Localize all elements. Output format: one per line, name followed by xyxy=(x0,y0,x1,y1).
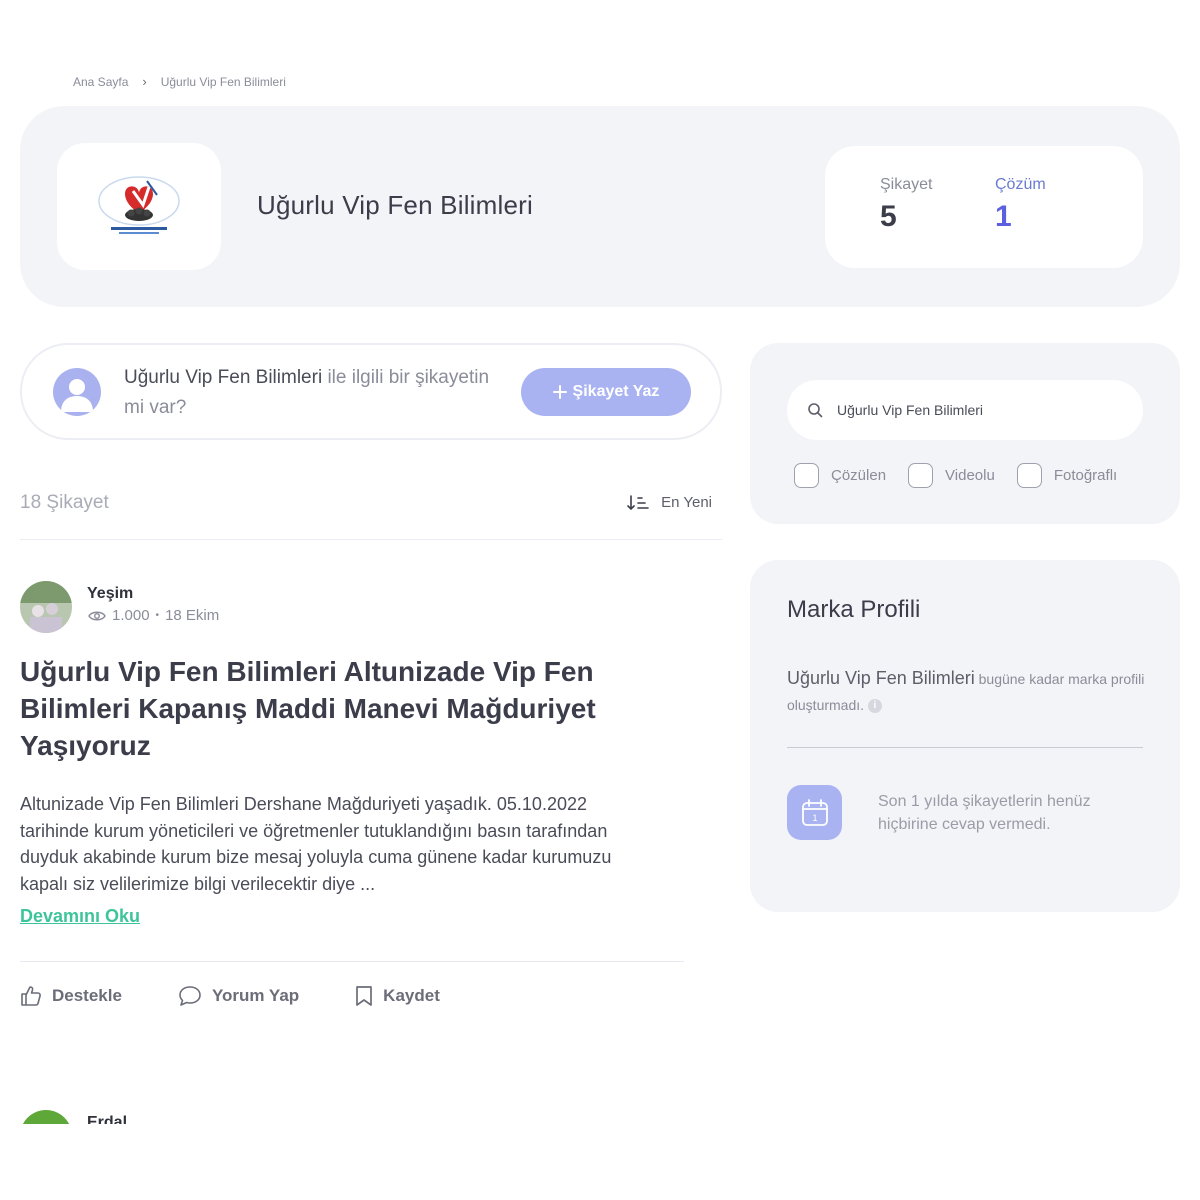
write-complaint-prompt: Uğurlu Vip Fen Bilimleri ile ilgili bir … xyxy=(124,363,514,423)
profile-brand-name: Uğurlu Vip Fen Bilimleri xyxy=(787,668,975,688)
post-excerpt: Altunizade Vip Fen Bilimleri Dershane Ma… xyxy=(20,794,612,894)
filter-solved-label: Çözülen xyxy=(831,467,887,484)
avatar[interactable] xyxy=(20,581,72,633)
info-icon[interactable]: i xyxy=(867,699,882,714)
user-icon xyxy=(53,368,101,416)
calendar-icon: 1 xyxy=(787,785,842,840)
comment-button[interactable]: Yorum Yap xyxy=(178,985,299,1007)
view-count: 1.000 xyxy=(112,607,150,624)
filter-photo-label: Fotoğraflı xyxy=(1053,467,1118,484)
sort-label: En Yeni xyxy=(661,494,712,511)
checkbox[interactable] xyxy=(794,463,819,488)
write-complaint-label: Şikayet Yaz xyxy=(572,383,660,400)
filter-photo[interactable]: Fotoğraflı xyxy=(1016,463,1118,488)
divider xyxy=(787,747,1143,748)
filter-panel: Çözülen Videolu Fotoğraflı xyxy=(750,343,1180,524)
ask-brand-name: Uğurlu Vip Fen Bilimleri xyxy=(124,367,323,388)
breadcrumb: Ana Sayfa › Uğurlu Vip Fen Bilimleri xyxy=(73,74,286,89)
plus-icon xyxy=(552,385,567,399)
complaint-stat-value: 5 xyxy=(880,200,897,233)
comment-label: Yorum Yap xyxy=(211,986,300,1005)
brand-profile-panel: Marka Profili Uğurlu Vip Fen Bilimleri b… xyxy=(750,560,1180,912)
checkbox[interactable] xyxy=(1016,463,1042,488)
brand-profile-title: Marka Profili xyxy=(787,596,921,623)
filter-video-label: Videolu xyxy=(945,467,995,484)
brand-header: Uğurlu Vip Fen Bilimleri Şikayet 5 Çözüm… xyxy=(20,106,1180,307)
like-icon xyxy=(21,986,41,1006)
post-actions: Destekle Yorum Yap Kaydet xyxy=(20,985,496,1007)
checkbox[interactable] xyxy=(908,463,934,488)
brand-stats: Şikayet 5 Çözüm 1 xyxy=(825,146,1143,268)
solution-stat-label: Çözüm xyxy=(995,176,1046,193)
save-label: Kaydet xyxy=(383,986,440,1005)
post-title[interactable]: Uğurlu Vip Fen Bilimleri Altunizade Vip … xyxy=(20,653,640,764)
read-more-link[interactable]: Devamını Oku xyxy=(20,906,140,927)
complaint-count-number: 18 xyxy=(20,492,42,513)
sort-icon xyxy=(627,494,649,510)
filter-solved[interactable]: Çözülen xyxy=(794,463,886,488)
meta-separator: • xyxy=(155,610,160,621)
search-icon xyxy=(808,403,823,418)
post-date: 18 Ekim xyxy=(165,607,220,624)
support-button[interactable]: Destekle xyxy=(20,985,122,1007)
search-input[interactable] xyxy=(837,402,1117,418)
search-field[interactable] xyxy=(787,380,1143,440)
post-meta: 1.000 • 18 Ekim xyxy=(88,607,219,624)
breadcrumb-current[interactable]: Uğurlu Vip Fen Bilimleri xyxy=(161,75,286,89)
breadcrumb-home[interactable]: Ana Sayfa xyxy=(73,75,128,89)
complaint-stat[interactable]: Şikayet 5 xyxy=(880,176,932,234)
save-button[interactable]: Kaydet xyxy=(355,985,440,1007)
eye-icon xyxy=(88,611,106,620)
response-note: Son 1 yılda şikayetlerin henüz hiçbirine… xyxy=(878,793,1091,833)
solution-stat-value: 1 xyxy=(995,200,1012,233)
chevron-right-icon: › xyxy=(142,74,147,89)
calendar-day: 1 xyxy=(812,813,817,823)
brand-logo xyxy=(57,143,221,270)
complaint-stat-label: Şikayet xyxy=(880,176,933,193)
solution-stat[interactable]: Çözüm 1 xyxy=(995,176,1046,234)
bookmark-icon xyxy=(356,986,373,1006)
write-complaint-box: Uğurlu Vip Fen Bilimleri ile ilgili bir … xyxy=(20,343,722,440)
page-bottom-area xyxy=(0,1124,1200,1200)
filter-video[interactable]: Videolu xyxy=(908,463,995,488)
complaint-list-header: 18 Şikayet En Yeni xyxy=(20,492,722,540)
divider xyxy=(20,961,684,962)
brand-profile-text: Uğurlu Vip Fen Bilimleri bugüne kadar ma… xyxy=(787,665,1147,718)
complaint-count: 18 Şikayet xyxy=(20,492,109,513)
post-author[interactable]: Yeşim xyxy=(87,585,133,603)
comment-icon xyxy=(179,986,201,1006)
complaint-count-label: Şikayet xyxy=(46,492,109,513)
brand-logo-image xyxy=(98,175,180,234)
support-label: Destekle xyxy=(52,986,122,1005)
brand-title: Uğurlu Vip Fen Bilimleri xyxy=(257,190,533,220)
write-complaint-button[interactable]: Şikayet Yaz xyxy=(521,368,691,416)
filter-checkboxes: Çözülen Videolu Fotoğraflı xyxy=(794,463,1139,488)
sort-dropdown[interactable]: En Yeni xyxy=(627,494,712,511)
